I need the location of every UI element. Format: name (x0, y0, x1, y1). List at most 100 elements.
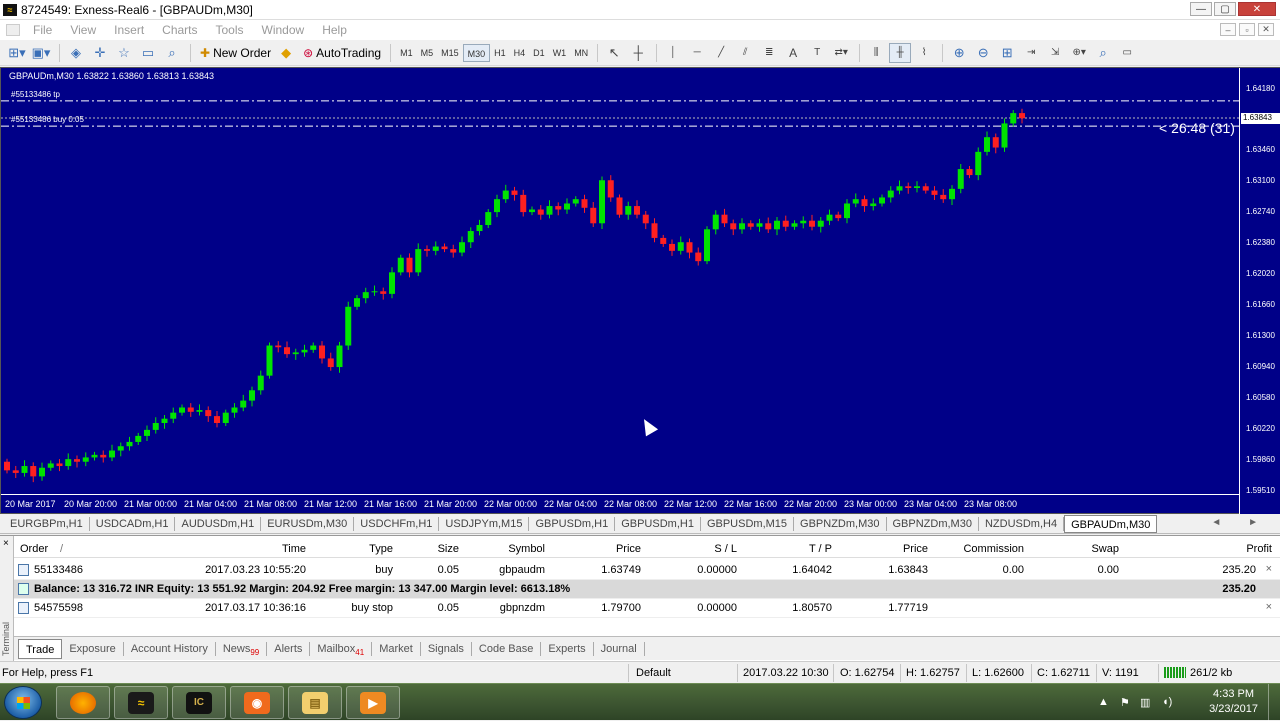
col-swap[interactable]: Swap (1091, 543, 1119, 555)
chart-tab[interactable]: EURGBPm,H1 (4, 516, 90, 531)
tf-m5-button[interactable]: M5 (417, 44, 438, 62)
tab-news[interactable]: News99 (216, 641, 268, 657)
tab-journal[interactable]: Journal (594, 641, 645, 656)
menu-tools[interactable]: Tools (207, 23, 253, 37)
menu-window[interactable]: Window (253, 23, 314, 37)
tf-h1-button[interactable]: H1 (490, 44, 510, 62)
tab-signals[interactable]: Signals (421, 641, 472, 656)
new-chart-button[interactable]: ⊞▾ (6, 43, 28, 63)
tab-exposure[interactable]: Exposure (62, 641, 124, 656)
col-tp[interactable]: T / P (809, 543, 832, 555)
col-price[interactable]: Price (616, 543, 641, 555)
flag-icon[interactable]: ⚑ (1120, 696, 1130, 709)
taskbar-explorer[interactable]: ▤ (288, 686, 342, 719)
tf-h4-button[interactable]: H4 (510, 44, 530, 62)
time-scale[interactable]: 20 Mar 2017 20 Mar 20:00 21 Mar 00:00 21… (1, 494, 1239, 515)
col-commission[interactable]: Commission (963, 543, 1024, 555)
cursor-tool-button[interactable]: ↖ (603, 43, 625, 63)
col-order[interactable]: Order (20, 543, 48, 555)
traffic-counter[interactable]: 261/2 kb (1190, 667, 1232, 679)
bar-chart-button[interactable]: ⫼ (865, 43, 887, 63)
text-tool-button[interactable]: A (782, 43, 804, 63)
chart-tab[interactable]: NZDUSDm,H4 (979, 516, 1065, 531)
chart-tab[interactable]: USDCADm,H1 (90, 516, 176, 531)
chart-tab[interactable]: AUDUSDm,H1 (175, 516, 262, 531)
tab-code-base[interactable]: Code Base (472, 641, 542, 656)
col-time[interactable]: Time (282, 543, 306, 555)
chart-tab[interactable]: USDCHFm,H1 (354, 516, 440, 531)
menu-insert[interactable]: Insert (105, 23, 153, 37)
chart-tab[interactable]: USDJPYm,M15 (439, 516, 530, 531)
navigator-button[interactable]: ☆ (113, 43, 135, 63)
col-type[interactable]: Type (369, 543, 393, 555)
horizontal-line-button[interactable]: ─ (686, 43, 708, 63)
channel-button[interactable]: ⫽ (734, 43, 756, 63)
tf-m15-button[interactable]: M15 (437, 44, 463, 62)
chart-tab[interactable]: GBPUSDm,H1 (615, 516, 701, 531)
system-clock[interactable]: 4:33 PM 3/23/2017 (1209, 687, 1258, 717)
candlestick-chart[interactable] (1, 68, 1239, 494)
tab-account-history[interactable]: Account History (124, 641, 216, 656)
chart-tab[interactable]: GBPUSDm,M15 (701, 516, 795, 531)
new-order-button[interactable]: ✚ New Order (196, 46, 275, 60)
tf-d1-button[interactable]: D1 (529, 44, 549, 62)
price-chart[interactable]: GBPAUDm,M30 1.63822 1.63860 1.63813 1.63… (0, 67, 1280, 515)
taskbar-recorder[interactable]: ◉ (230, 686, 284, 719)
tab-alerts[interactable]: Alerts (267, 641, 311, 656)
metaeditor-button[interactable]: ◆ (275, 43, 297, 63)
chart-shift-button[interactable]: ⇥ (1020, 43, 1042, 63)
pending-order-row[interactable]: 54575598 2017.03.17 10:36:16 buy stop 0.… (14, 599, 1280, 618)
tray-expand-icon[interactable]: ▲ (1098, 696, 1109, 708)
mdi-minimize-button[interactable]: – (1220, 23, 1236, 36)
line-chart-button[interactable]: ⌇ (913, 43, 935, 63)
zoom-out-button[interactable]: ⊖ (972, 43, 994, 63)
col-sl[interactable]: S / L (714, 543, 737, 555)
menu-file[interactable]: File (24, 23, 61, 37)
buy-line-label[interactable]: #55133486 buy 0.05 (11, 115, 84, 124)
taskbar-media-player[interactable]: ▶ (346, 686, 400, 719)
crosshair-button[interactable]: ┼ (627, 43, 649, 63)
chart-tab[interactable]: GBPNZDm,M30 (794, 516, 887, 531)
search-button[interactable]: ⌕ (1092, 43, 1114, 63)
menu-help[interactable]: Help (313, 23, 356, 37)
candlestick-button[interactable]: ╫ (889, 42, 912, 63)
menu-view[interactable]: View (61, 23, 105, 37)
minimize-button[interactable]: — (1190, 2, 1212, 16)
profile-name[interactable]: Default (636, 667, 671, 679)
terminal-close-icon[interactable]: × (3, 538, 9, 549)
vertical-line-button[interactable]: │ (662, 43, 684, 63)
tab-scroll-arrows[interactable]: ◄ ► (1211, 517, 1270, 528)
tab-trade[interactable]: Trade (18, 638, 63, 659)
col-profit[interactable]: Profit (1246, 543, 1272, 555)
chart-tab[interactable]: GBPNZDm,M30 (887, 516, 979, 531)
menu-charts[interactable]: Charts (153, 23, 206, 37)
tab-experts[interactable]: Experts (541, 641, 594, 656)
autotrading-button[interactable]: ⊛ AutoTrading (299, 46, 385, 60)
trade-row[interactable]: 55133486 2017.03.23 10:55:20 buy 0.05 gb… (14, 561, 1280, 580)
auto-scroll-button[interactable]: ⇲ (1044, 43, 1066, 63)
delete-order-icon[interactable]: × (1266, 601, 1272, 613)
terminal-button[interactable]: ▭ (137, 43, 159, 63)
market-watch-button[interactable]: ◈ (65, 43, 87, 63)
tf-mn-button[interactable]: MN (570, 44, 592, 62)
tile-windows-button[interactable]: ⊞ (996, 43, 1018, 63)
chart-tab[interactable]: GBPUSDm,H1 (529, 516, 616, 531)
trendline-button[interactable]: ╱ (710, 43, 732, 63)
taskbar-firefox[interactable] (56, 686, 110, 719)
chart-tab-active[interactable]: GBPAUDm,M30 (1064, 514, 1158, 533)
arrows-button[interactable]: ⇄▾ (830, 43, 852, 63)
col-symbol[interactable]: Symbol (508, 543, 545, 555)
chart-tab[interactable]: EURUSDm,M30 (261, 516, 355, 531)
text-label-button[interactable]: T (806, 43, 828, 63)
close-button[interactable]: ✕ (1238, 2, 1276, 16)
chat-button[interactable]: ▭ (1116, 43, 1138, 63)
mdi-restore-button[interactable]: ▫ (1239, 23, 1255, 36)
col-price-current[interactable]: Price (903, 543, 928, 555)
network-icon[interactable]: ▥ (1140, 696, 1150, 709)
start-button[interactable] (4, 686, 42, 719)
strategy-tester-button[interactable]: ⌕ (161, 43, 183, 63)
taskbar-metatrader[interactable]: ≈ (114, 686, 168, 719)
tp-line-label[interactable]: #55133486 tp (11, 90, 60, 99)
mdi-close-button[interactable]: ✕ (1258, 23, 1274, 36)
tf-w1-button[interactable]: W1 (549, 44, 571, 62)
